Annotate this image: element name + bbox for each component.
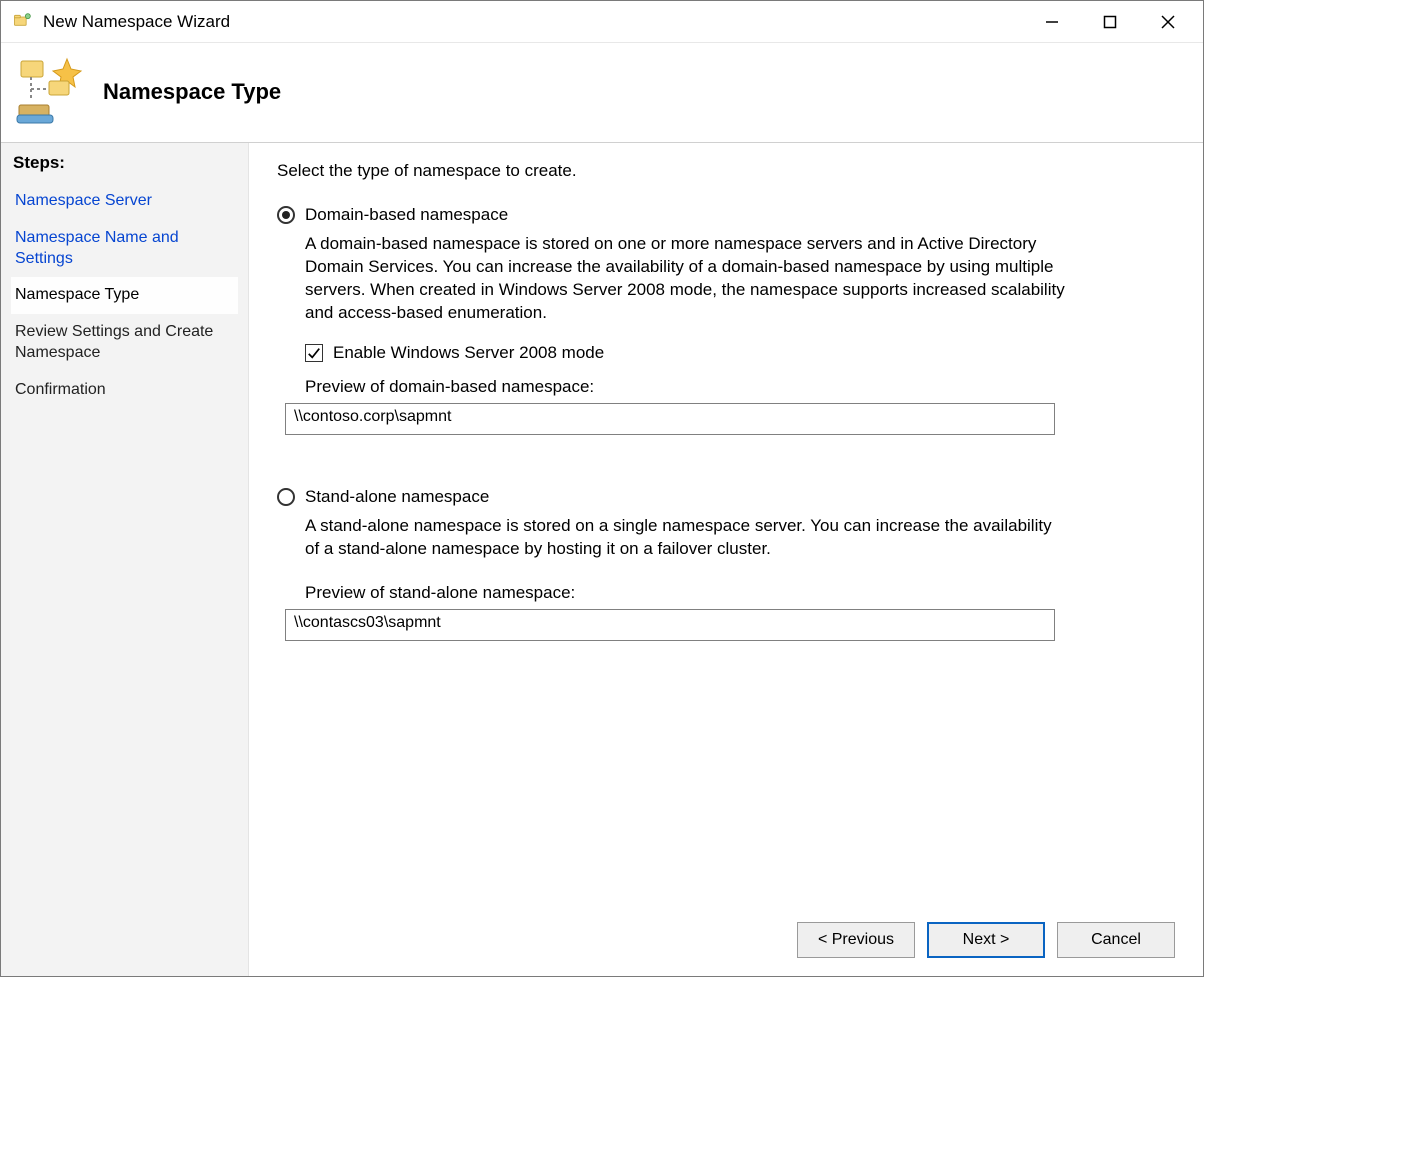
- minimize-button[interactable]: [1023, 6, 1081, 38]
- standalone-preview-value: \\contascs03\sapmnt: [285, 609, 1055, 641]
- main-panel: Select the type of namespace to create. …: [249, 143, 1203, 976]
- domain-preview-value: \\contoso.corp\sapmnt: [285, 403, 1055, 435]
- app-icon: [11, 11, 33, 33]
- domain-description: A domain-based namespace is stored on on…: [305, 233, 1065, 325]
- ws2008-checkbox[interactable]: [305, 344, 323, 362]
- check-icon: [307, 346, 321, 360]
- ws2008-checkbox-row[interactable]: Enable Windows Server 2008 mode: [305, 343, 1175, 363]
- maximize-button[interactable]: [1081, 6, 1139, 38]
- step-confirmation: Confirmation: [11, 372, 238, 409]
- minimize-icon: [1045, 15, 1059, 29]
- standalone-preview-label: Preview of stand-alone namespace:: [305, 583, 1175, 603]
- domain-radio[interactable]: [277, 206, 295, 224]
- cancel-button[interactable]: Cancel: [1057, 922, 1175, 958]
- window-title: New Namespace Wizard: [43, 12, 1023, 32]
- titlebar: New Namespace Wizard: [1, 1, 1203, 43]
- next-button[interactable]: Next >: [927, 922, 1045, 958]
- prompt-text: Select the type of namespace to create.: [277, 161, 1175, 181]
- previous-button[interactable]: < Previous: [797, 922, 915, 958]
- close-button[interactable]: [1139, 6, 1197, 38]
- window-controls: [1023, 6, 1197, 38]
- close-icon: [1161, 15, 1175, 29]
- standalone-option-block: Stand-alone namespace A stand-alone name…: [277, 487, 1175, 641]
- step-review-settings: Review Settings and Create Namespace: [11, 314, 238, 372]
- domain-option-block: Domain-based namespace A domain-based na…: [277, 205, 1175, 435]
- domain-radio-label: Domain-based namespace: [305, 205, 508, 225]
- wizard-icon: [15, 57, 85, 127]
- standalone-radio-row[interactable]: Stand-alone namespace: [277, 487, 1175, 507]
- domain-preview-label: Preview of domain-based namespace:: [305, 377, 1175, 397]
- standalone-radio[interactable]: [277, 488, 295, 506]
- step-namespace-type: Namespace Type: [11, 277, 238, 314]
- maximize-icon: [1103, 15, 1117, 29]
- wizard-header: Namespace Type: [1, 43, 1203, 143]
- steps-sidebar: Steps: Namespace Server Namespace Name a…: [1, 143, 249, 976]
- step-namespace-server[interactable]: Namespace Server: [11, 183, 238, 220]
- standalone-radio-label: Stand-alone namespace: [305, 487, 489, 507]
- steps-heading: Steps:: [13, 153, 238, 173]
- standalone-description: A stand-alone namespace is stored on a s…: [305, 515, 1065, 561]
- wizard-footer: < Previous Next > Cancel: [277, 914, 1175, 968]
- domain-radio-row[interactable]: Domain-based namespace: [277, 205, 1175, 225]
- wizard-body: Steps: Namespace Server Namespace Name a…: [1, 143, 1203, 976]
- page-title: Namespace Type: [103, 79, 281, 105]
- wizard-window: New Namespace Wizard: [0, 0, 1204, 977]
- step-namespace-name[interactable]: Namespace Name and Settings: [11, 220, 238, 278]
- ws2008-checkbox-label: Enable Windows Server 2008 mode: [333, 343, 604, 363]
